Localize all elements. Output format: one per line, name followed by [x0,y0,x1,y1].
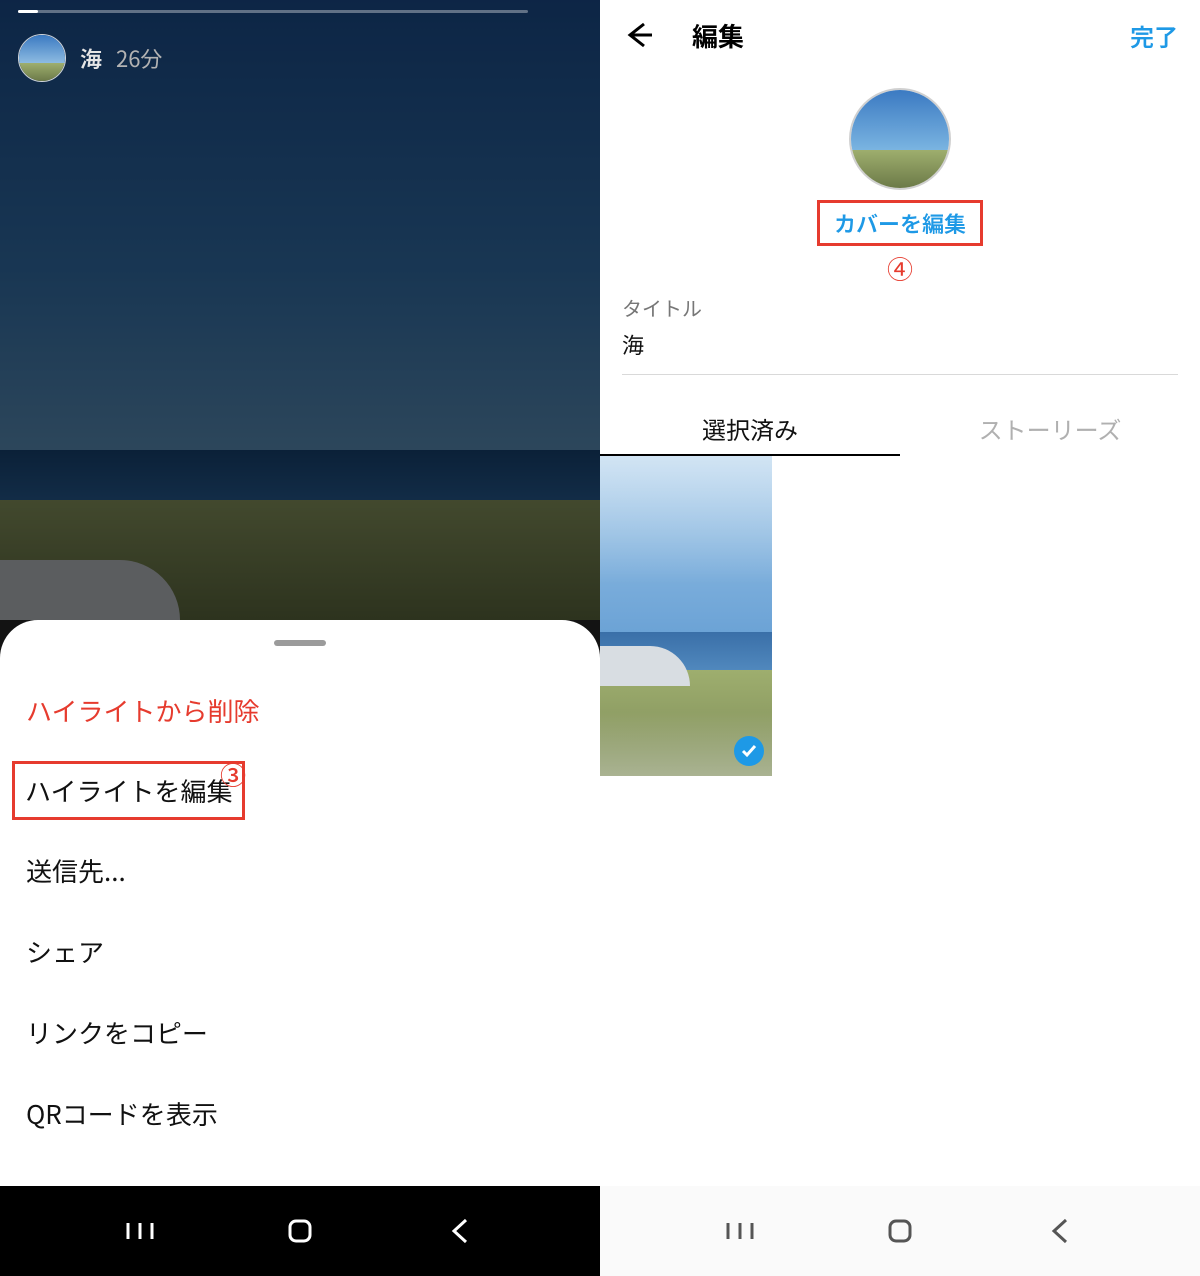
sheet-item-remove-highlight[interactable]: ハイライトから削除 [0,670,600,751]
tab-selected[interactable]: 選択済み [600,401,900,456]
content-tabs: 選択済み ストーリーズ [600,401,1200,456]
annotation-4: ④ [887,250,913,287]
edit-screen: 編集 完了 カバーを編集 ④ タイトル 海 選択済み ストーリーズ [600,0,1200,1276]
system-nav-bar [0,1186,600,1276]
story-title: 海 [80,42,102,74]
title-value: 海 [622,328,1178,360]
cover-avatar[interactable] [849,88,951,190]
story-screen: 海 26分 ハイライトから削除 ハイライトを編集 送信先... シェア リンクを… [0,0,600,1276]
sheet-item-copy-link[interactable]: リンクをコピー [0,992,600,1073]
back-icon[interactable] [622,15,662,55]
nav-back-icon[interactable] [1045,1216,1075,1246]
bottom-sheet: ハイライトから削除 ハイライトを編集 送信先... シェア リンクをコピー QR… [0,620,600,1186]
story-time: 26分 [116,42,162,74]
system-nav-bar [600,1186,1200,1276]
title-label: タイトル [622,293,1178,322]
edit-header: 編集 完了 [600,0,1200,70]
title-field[interactable]: タイトル 海 [600,293,1200,360]
sheet-item-share[interactable]: シェア [0,911,600,992]
story-header[interactable]: 海 26分 [18,34,162,82]
nav-recent-icon[interactable] [725,1216,755,1246]
sheet-handle-icon[interactable] [274,640,326,646]
sheet-item-qr-code[interactable]: QRコードを表示 [0,1073,600,1154]
nav-recent-icon[interactable] [125,1216,155,1246]
selected-grid [600,456,1200,776]
thumbnail-item[interactable] [600,456,772,776]
tab-stories[interactable]: ストーリーズ [900,401,1200,456]
sheet-item-edit-highlight[interactable]: ハイライトを編集 [12,761,245,820]
story-progress [18,10,528,13]
annotation-3: ③ [220,756,246,793]
sheet-item-send-to[interactable]: 送信先... [0,830,600,911]
edit-cover-link[interactable]: カバーを編集 [817,200,983,246]
done-button[interactable]: 完了 [1130,18,1178,53]
avatar[interactable] [18,34,66,82]
nav-back-icon[interactable] [445,1216,475,1246]
nav-home-icon[interactable] [885,1216,915,1246]
page-title: 編集 [692,17,744,54]
nav-home-icon[interactable] [285,1216,315,1246]
divider [622,374,1178,375]
selected-check-icon [734,736,764,766]
